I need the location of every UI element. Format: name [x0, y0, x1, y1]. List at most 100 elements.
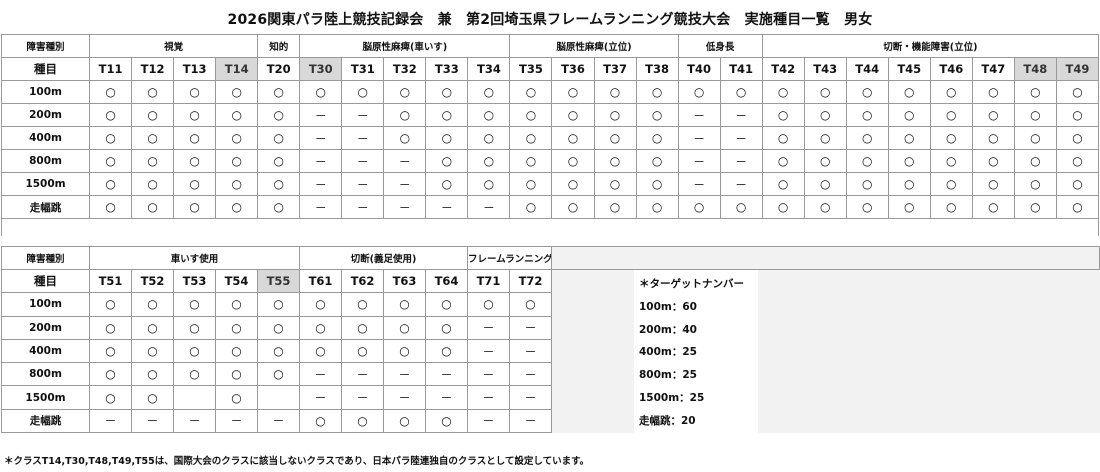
event-availability-cell: ○	[803, 80, 847, 104]
event-availability-cell: ○	[425, 172, 469, 196]
class-header: T13	[173, 57, 217, 81]
target-number-panel: ＊ターゲットナンバー 100m：60 200m：40 400m：25 800m：25 15…	[551, 269, 1100, 433]
event-availability-cell: ○	[887, 149, 931, 173]
event-availability-cell: ○	[887, 126, 931, 150]
event-availability-cell: －	[467, 315, 510, 340]
event-availability-cell: ○	[845, 195, 889, 219]
event-availability-cell: ○	[635, 103, 679, 127]
event-availability-cell: ○	[425, 315, 468, 340]
event-availability-cell: ○	[1013, 80, 1057, 104]
event-availability-cell: －	[719, 172, 763, 196]
event-availability-cell: ○	[257, 80, 301, 104]
class-header: T46	[929, 57, 973, 81]
event-availability-cell: ○	[173, 195, 217, 219]
event-availability-cell: ○	[173, 315, 216, 340]
event-availability-cell: ○	[89, 385, 132, 410]
class-header: T38	[635, 57, 679, 81]
group-header: 知的	[257, 34, 301, 58]
event-availability-cell: ○	[971, 103, 1015, 127]
event-availability-cell: ○	[131, 338, 174, 364]
event-availability-cell: ○	[509, 80, 553, 104]
class-header: T33	[425, 57, 469, 81]
event-availability-cell: ○	[215, 126, 259, 150]
event-availability-cell: ○	[845, 80, 889, 104]
event-availability-cell: ○	[257, 315, 300, 340]
event-availability-cell: ○	[215, 292, 258, 317]
event-availability-cell: ○	[467, 149, 511, 173]
target-number-item: 走幅跳：20	[639, 414, 696, 427]
event-availability-cell: ○	[1013, 126, 1057, 150]
spacer-cell	[384, 219, 426, 237]
event-availability-cell: ○	[89, 172, 133, 196]
event-availability-cell: ○	[551, 80, 595, 104]
event-availability-cell: ○	[929, 103, 973, 127]
spacer-cell	[0, 218, 90, 236]
event-name: 100m	[0, 80, 91, 104]
group-header: 脳原性麻痺(立位)	[509, 34, 679, 58]
event-availability-cell: ○	[1013, 103, 1057, 127]
event-availability-cell: －	[299, 195, 343, 219]
event-availability-cell: －	[299, 172, 343, 196]
event-availability-cell: ○	[1055, 126, 1100, 150]
event-availability-cell: ○	[425, 338, 468, 364]
events-table-2: 障害種別 車いす使用 切断(義足使用) フレームランニング 種目 T51 T52 T53 T54…	[1, 246, 1100, 434]
event-availability-cell: ○	[131, 149, 175, 173]
event-availability-cell: ○	[383, 80, 427, 104]
spacer-cell	[216, 219, 258, 237]
events-table-1: 障害種別 視覚 知的 脳原性麻痺(車いす) 脳原性麻痺(立位) 低身長 切断・機能障害(立位…	[0, 34, 1100, 237]
event-availability-cell: ○	[173, 126, 217, 150]
event-availability-cell: ○	[131, 103, 175, 127]
table-row: 400m ○ ○ ○ ○ ○ －－ ○ ○ ○ ○ ○ ○ ○ －－ ○ ○ ○ ○ ○ ○ ○ ○	[0, 126, 1100, 150]
event-availability-cell: －	[299, 385, 342, 410]
event-availability-cell: ○	[341, 292, 384, 317]
event-availability-cell: －	[509, 408, 552, 434]
class-header: T48	[1013, 57, 1057, 81]
target-number-item: 200m：40	[639, 323, 697, 336]
event-availability-cell: ○	[551, 126, 595, 150]
event-availability-cell: ○	[341, 315, 384, 340]
group-header: 切断(義足使用)	[299, 246, 468, 270]
event-availability-cell: ○	[971, 149, 1015, 173]
class-header: T52	[131, 268, 174, 294]
spacer-cell	[342, 219, 384, 237]
event-availability-cell: －	[383, 362, 426, 387]
class-header: T37	[593, 57, 637, 81]
event-availability-cell: ○	[971, 126, 1015, 150]
class-header: T49	[1055, 57, 1100, 81]
event-availability-cell: ○	[719, 80, 763, 104]
spacer-cell	[678, 219, 720, 237]
event-availability-cell: ○	[383, 338, 426, 364]
class-header: T62	[341, 268, 384, 294]
spacer-cell	[930, 219, 972, 237]
event-availability-cell: －	[677, 172, 721, 196]
event-availability-cell: ○	[803, 126, 847, 150]
event-availability-cell: ○	[215, 80, 259, 104]
event-availability-cell: ○	[425, 126, 469, 150]
class-header: T53	[173, 268, 216, 294]
event-availability-cell: －	[341, 362, 384, 387]
event-availability-cell: ○	[509, 103, 553, 127]
event-availability-cell: －	[467, 385, 510, 410]
event-availability-cell: ○	[215, 149, 259, 173]
event-availability-cell: ○	[257, 195, 301, 219]
target-number-title: ＊ターゲットナンバー	[639, 278, 744, 290]
footnote: ＊クラスT14,T30,T48,T49,T55は、国際大会のクラスに該当しないク…	[4, 456, 590, 467]
event-availability-cell: ○	[131, 292, 174, 317]
table-row: 走幅跳 ○ ○ ○ ○ ○ －－－－－ ○ ○ ○ ○ ○ ○ ○ ○ ○ ○ ○ ○ ○ ○	[0, 195, 1100, 219]
table-row: 800m ○ ○ ○ ○ ○ －－－ ○ ○ ○ ○ ○ ○ －－ ○ ○ ○ ○ ○ ○ ○ ○	[0, 149, 1100, 173]
class-header: T42	[761, 57, 805, 81]
event-availability-cell: ○	[803, 172, 847, 196]
event-availability-cell: ○	[425, 103, 469, 127]
event-availability-cell: ○	[173, 362, 216, 387]
event-availability-cell: －	[299, 126, 343, 150]
event-availability-cell: －	[383, 195, 427, 219]
class-header: T20	[257, 57, 301, 81]
class-header: T32	[383, 57, 427, 81]
event-availability-cell: －	[383, 149, 427, 173]
event-availability-cell: ○	[761, 149, 805, 173]
event-availability-cell	[173, 385, 216, 410]
spacer-cell	[636, 219, 678, 237]
class-header: T45	[887, 57, 931, 81]
class-header: T41	[719, 57, 763, 81]
event-availability-cell: ○	[341, 338, 384, 364]
